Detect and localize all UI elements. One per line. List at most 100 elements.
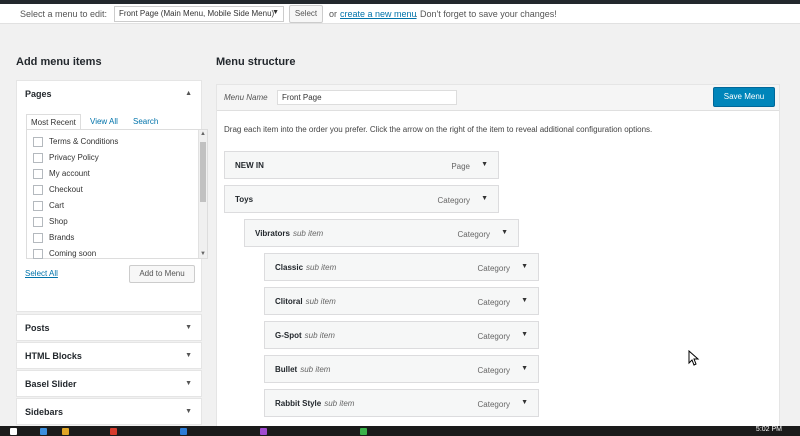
html-blocks-section-header[interactable]: HTML Blocks ▼: [17, 343, 201, 369]
scrollbar-thumb[interactable]: [200, 142, 206, 202]
sub-item-tag: sub item: [324, 399, 355, 408]
or-text: or: [329, 9, 338, 19]
create-new-menu-link[interactable]: create a new menu: [340, 9, 417, 19]
menu-item[interactable]: Vibrators sub item Category ▼: [244, 219, 519, 247]
menu-item-type: Category: [477, 298, 510, 307]
sub-item-tag: sub item: [292, 229, 324, 238]
checkbox[interactable]: [33, 233, 43, 243]
menu-select-dropdown[interactable]: Front Page (Main Menu, Mobile Side Menu)…: [114, 6, 284, 22]
chevron-down-icon[interactable]: ▼: [521, 399, 528, 406]
sub-item-tag: sub item: [304, 331, 335, 340]
posts-section-header[interactable]: Posts ▼: [17, 315, 201, 341]
checkbox[interactable]: [33, 249, 43, 259]
posts-section[interactable]: Posts ▼: [16, 314, 202, 341]
pages-section-title: Pages: [25, 89, 52, 99]
folder-icon[interactable]: [62, 428, 69, 435]
menu-item-title: Rabbit Style sub item: [275, 399, 355, 408]
menu-item[interactable]: NEW IN Page ▼: [224, 151, 499, 179]
chevron-down-icon[interactable]: ▼: [185, 371, 192, 397]
list-item[interactable]: Terms & Conditions: [33, 134, 118, 150]
menu-item[interactable]: Rabbit Style sub item Category ▼: [264, 389, 539, 417]
list-item[interactable]: Cart: [33, 198, 118, 214]
chevron-down-icon[interactable]: ▼: [521, 365, 528, 372]
menu-item-type: Category: [437, 196, 470, 205]
chevron-down-icon[interactable]: ▼: [185, 343, 192, 369]
list-item[interactable]: Shop: [33, 214, 118, 230]
select-button[interactable]: Select: [289, 5, 323, 23]
chevron-down-icon[interactable]: ▼: [521, 297, 528, 304]
checklist-scrollbar[interactable]: ▲ ▼: [198, 130, 207, 258]
menu-structure-heading: Menu structure: [216, 56, 296, 68]
windows-start-icon[interactable]: [10, 428, 17, 435]
taskbar-app-icon[interactable]: [180, 428, 187, 435]
menu-item-type: Category: [477, 366, 510, 375]
mouse-cursor-icon: [688, 350, 700, 366]
tab-most-recent[interactable]: Most Recent: [26, 114, 81, 130]
sub-item-tag: sub item: [300, 365, 331, 374]
menu-item-title: Classic sub item: [275, 263, 337, 272]
chevron-down-icon[interactable]: ▼: [185, 399, 192, 425]
list-item[interactable]: Privacy Policy: [33, 150, 118, 166]
menu-item[interactable]: Classic sub item Category ▼: [264, 253, 539, 281]
menu-instructions: Drag each item into the order you prefer…: [224, 125, 653, 134]
tab-search[interactable]: Search: [129, 114, 162, 130]
checkbox[interactable]: [33, 217, 43, 227]
menu-item[interactable]: Toys Category ▼: [224, 185, 499, 213]
menu-select-value: Front Page (Main Menu, Mobile Side Menu): [119, 9, 275, 18]
list-item[interactable]: Coming soon: [33, 246, 118, 262]
menu-item-title: G-Spot sub item: [275, 331, 335, 340]
tab-view-all[interactable]: View All: [86, 114, 122, 130]
save-menu-button[interactable]: Save Menu: [713, 87, 775, 107]
checkbox[interactable]: [33, 169, 43, 179]
menu-item-title: Bullet sub item: [275, 365, 331, 374]
taskbar: 5:02 PM: [0, 426, 800, 436]
menu-item[interactable]: Bullet sub item Category ▼: [264, 355, 539, 383]
sidebars-section-header[interactable]: Sidebars ▼: [17, 399, 201, 425]
section-title: Posts: [25, 323, 50, 333]
menu-item-type: Category: [477, 264, 510, 273]
taskbar-app-icon[interactable]: [360, 428, 367, 435]
page-label: Terms & Conditions: [49, 137, 119, 146]
chevron-down-icon[interactable]: ▼: [481, 195, 488, 202]
taskbar-app-icon[interactable]: [40, 428, 47, 435]
page-label: Coming soon: [49, 249, 97, 258]
sidebars-section[interactable]: Sidebars ▼: [16, 398, 202, 425]
scroll-up-icon[interactable]: ▲: [200, 131, 206, 137]
add-to-menu-button[interactable]: Add to Menu: [129, 265, 195, 283]
chevron-down-icon[interactable]: ▼: [185, 315, 192, 341]
chrome-icon[interactable]: [110, 428, 117, 435]
checkbox[interactable]: [33, 153, 43, 163]
menu-item-type: Category: [457, 230, 490, 239]
basel-slider-section[interactable]: Basel Slider ▼: [16, 370, 202, 397]
chevron-down-icon[interactable]: ▼: [501, 229, 508, 236]
taskbar-app-icon[interactable]: [260, 428, 267, 435]
scroll-down-icon[interactable]: ▼: [200, 251, 206, 257]
checkbox[interactable]: [33, 137, 43, 147]
pages-tabs: Most Recent View All Search: [26, 114, 194, 130]
menu-item[interactable]: G-Spot sub item Category ▼: [264, 321, 539, 349]
menu-item-title: NEW IN: [235, 161, 264, 170]
select-all-link[interactable]: Select All: [25, 269, 58, 278]
list-item[interactable]: My account: [33, 166, 118, 182]
checkbox[interactable]: [33, 185, 43, 195]
menu-management-panel: Menu Name Front Page Save Menu Drag each…: [216, 84, 780, 436]
checkbox[interactable]: [33, 201, 43, 211]
list-item[interactable]: Checkout: [33, 182, 118, 198]
menu-item[interactable]: Clitoral sub item Category ▼: [264, 287, 539, 315]
chevron-down-icon[interactable]: ▼: [481, 161, 488, 168]
pages-section-header[interactable]: Pages ▲: [17, 81, 201, 107]
menu-item-title: Clitoral sub item: [275, 297, 336, 306]
sub-item-tag: sub item: [306, 263, 337, 272]
basel-slider-section-header[interactable]: Basel Slider ▼: [17, 371, 201, 397]
menu-header: Menu Name Front Page Save Menu: [217, 85, 779, 111]
html-blocks-section[interactable]: HTML Blocks ▼: [16, 342, 202, 369]
list-item[interactable]: Brands: [33, 230, 118, 246]
chevron-down-icon[interactable]: ▼: [521, 263, 528, 270]
chevron-down-icon[interactable]: ▼: [521, 331, 528, 338]
chevron-up-icon[interactable]: ▲: [185, 81, 192, 107]
menu-name-label: Menu Name: [224, 93, 268, 102]
page-label: Brands: [49, 233, 75, 242]
menu-name-input[interactable]: Front Page: [277, 90, 457, 105]
section-title: Sidebars: [25, 407, 64, 417]
section-title: Basel Slider: [25, 379, 77, 389]
